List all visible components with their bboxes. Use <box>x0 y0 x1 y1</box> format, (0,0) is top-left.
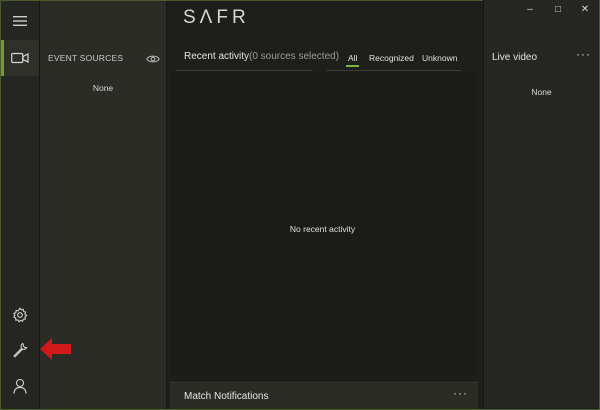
nav-rail <box>1 1 40 409</box>
annotation-arrow <box>38 336 74 367</box>
user-account-button[interactable] <box>1 368 39 404</box>
event-sources-nav-button[interactable] <box>1 40 39 76</box>
filter-tab-recognized[interactable]: Recognized <box>369 53 414 63</box>
eye-icon <box>146 55 160 63</box>
event-sources-title: EVENT SOURCES <box>48 53 124 63</box>
activity-divider <box>176 70 312 71</box>
safr-logo: SΛFR <box>183 7 250 28</box>
live-video-more-button[interactable]: ··· <box>576 47 591 61</box>
filter-tab-unknown[interactable]: Unknown <box>422 53 457 63</box>
settings-button[interactable] <box>1 297 39 333</box>
red-arrow-icon <box>40 338 71 360</box>
sources-selected-count: (0 sources selected) <box>249 51 340 62</box>
match-notifications-title: Match Notifications <box>184 391 269 402</box>
live-video-title: Live video <box>492 52 538 63</box>
gear-icon <box>13 307 28 323</box>
toggle-visibility-button[interactable] <box>146 51 160 69</box>
menu-icon <box>13 16 27 26</box>
filter-tab-all[interactable]: All <box>345 53 361 67</box>
event-sources-empty-text: None <box>92 83 114 93</box>
camera-icon <box>11 52 29 64</box>
no-activity-text: No recent activity <box>289 224 356 234</box>
maximize-button[interactable]: □ <box>545 0 571 18</box>
match-notifications-bar[interactable]: Match Notifications ··· <box>170 380 478 409</box>
filter-divider <box>326 70 461 71</box>
match-notifications-more-button[interactable]: ··· <box>453 386 468 400</box>
tools-button[interactable] <box>1 332 39 368</box>
live-video-panel: Live video ··· None <box>483 0 599 408</box>
hamburger-menu-button[interactable] <box>1 3 39 39</box>
live-video-empty-text: None <box>531 87 552 97</box>
wrench-icon <box>13 342 28 358</box>
recent-activity-list: No recent activity <box>170 73 475 375</box>
close-button[interactable]: ✕ <box>572 0 598 18</box>
minimize-button[interactable]: – <box>517 0 543 18</box>
user-icon <box>13 378 27 394</box>
recent-activity-title: Recent activity <box>184 51 250 62</box>
